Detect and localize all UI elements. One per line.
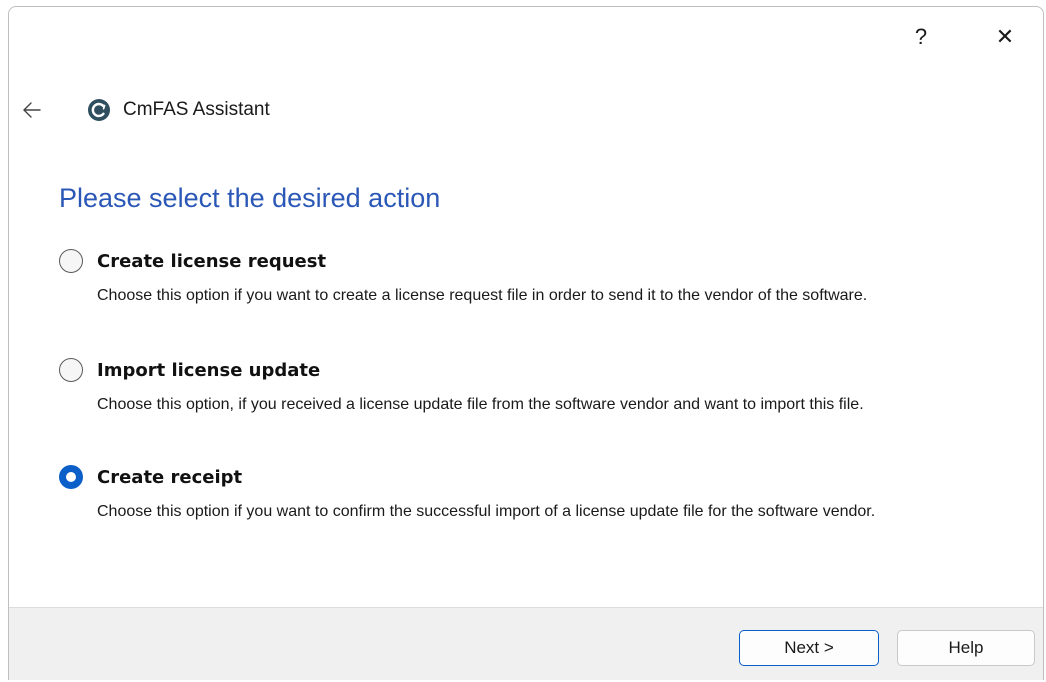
close-icon: ✕: [995, 24, 1015, 49]
option-label: Import license update: [97, 359, 321, 381]
radio-import-license-update[interactable]: [59, 358, 83, 382]
option-description: Choose this option if you want to create…: [97, 287, 868, 304]
back-button[interactable]: [17, 95, 47, 125]
cmfas-logo-icon: [88, 99, 110, 121]
option-description: Choose this option, if you received a li…: [97, 396, 864, 413]
back-arrow-icon: [23, 102, 41, 118]
app-title: CmFAS Assistant: [123, 99, 270, 120]
radio-create-license-request[interactable]: [59, 249, 83, 273]
title-bar: CmFAS Assistant: [17, 95, 270, 125]
option-import-license-update[interactable]: Import license update Choose this option…: [59, 356, 1029, 415]
page-title: Please select the desired action: [59, 183, 441, 213]
next-button[interactable]: Next >: [739, 630, 879, 666]
help-button[interactable]: Help: [897, 630, 1035, 666]
help-caption-button[interactable]: ?: [901, 19, 941, 55]
option-label: Create license request: [97, 250, 327, 272]
question-mark-icon: ?: [914, 24, 928, 49]
close-caption-button[interactable]: ✕: [985, 19, 1025, 55]
option-label: Create receipt: [97, 466, 243, 488]
option-create-receipt[interactable]: Create receipt Choose this option if you…: [59, 463, 1029, 522]
button-bar: Next > Help: [9, 607, 1043, 680]
option-create-license-request[interactable]: Create license request Choose this optio…: [59, 247, 1029, 306]
radio-create-receipt[interactable]: [59, 465, 83, 489]
radio-selected-dot: [66, 472, 76, 482]
dialog-window: ? ✕ CmFAS Assistant Please select the de…: [8, 6, 1044, 680]
option-description: Choose this option if you want to confir…: [97, 503, 876, 520]
